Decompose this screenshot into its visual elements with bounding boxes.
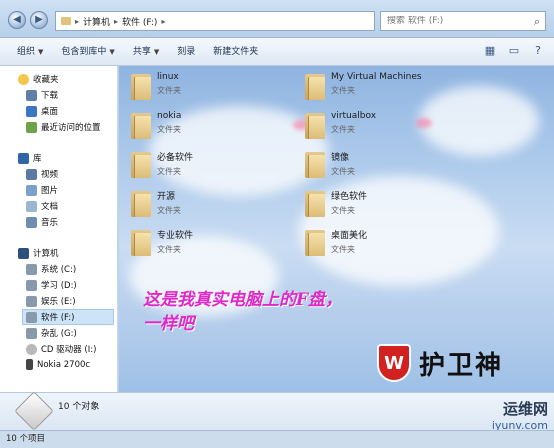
sidebar-item-recent[interactable]: 最近访问的位置 [26, 121, 101, 133]
breadcrumb-computer[interactable]: 计算机 [83, 15, 110, 28]
view-options-icon[interactable]: ▦ [482, 43, 498, 59]
status-bar: 10 个项目 [0, 430, 554, 448]
file-list-area: linux 文件夹 My Virtual Machines 文件夹 nokia 文件夹… [119, 66, 554, 392]
search-input[interactable] [387, 16, 527, 26]
include-library-button[interactable]: 包含到库中 ▼ [52, 42, 123, 62]
folder-icon [131, 111, 151, 139]
share-button[interactable]: 共享 ▼ [124, 42, 168, 62]
search-icon: ⌕ [533, 15, 540, 28]
star-icon [18, 73, 29, 85]
drive-icon [26, 311, 37, 323]
folder-item[interactable]: 开源 文件夹 [131, 189, 181, 217]
folder-icon [305, 150, 325, 178]
folder-icon [305, 228, 325, 256]
command-bar: 组织 ▼ 包含到库中 ▼ 共享 ▼ 刻录 新建文件夹 ▦ ▭ ? [0, 38, 554, 66]
sidebar-item-desktop[interactable]: 桌面 [26, 105, 58, 117]
phone-icon [26, 359, 33, 370]
organize-button[interactable]: 组织 ▼ [8, 42, 52, 62]
details-pane: 10 个对象 [0, 391, 554, 431]
chevron-right-icon: ▸ [161, 16, 166, 26]
drive-icon [26, 295, 37, 307]
sidebar-item-favorites[interactable]: 收藏夹 [18, 73, 59, 85]
video-icon [26, 168, 37, 180]
address-row: ◀ ▶ ▸ 计算机 ▸ 软件 (F:) ▸ ⌕ [0, 0, 554, 38]
search-field[interactable]: ⌕ [380, 11, 546, 31]
folder-item[interactable]: 必备软件 文件夹 [131, 150, 193, 178]
folder-icon [131, 228, 151, 256]
folder-icon [305, 111, 325, 139]
logo-text: 护卫神 [419, 350, 504, 381]
document-icon [26, 200, 37, 212]
folder-item[interactable]: 绿色软件 文件夹 [305, 189, 367, 217]
chevron-right-icon: ▸ [114, 16, 119, 26]
breadcrumb-drive[interactable]: 软件 (F:) [122, 15, 157, 28]
forward-button[interactable]: ▶ [30, 11, 48, 29]
folder-icon [131, 150, 151, 178]
folder-item[interactable]: nokia 文件夹 [131, 111, 181, 139]
shield-logo-icon: W [377, 344, 411, 382]
chevron-right-icon: ▸ [75, 16, 80, 26]
cloud-decoration [419, 86, 539, 156]
dropdown-arrow-icon: ▼ [109, 47, 115, 56]
music-icon [26, 216, 37, 228]
picture-icon [26, 184, 37, 196]
folder-icon [305, 72, 325, 100]
dropdown-arrow-icon: ▼ [153, 47, 160, 56]
sidebar-item-phone[interactable]: Nokia 2700c [26, 359, 90, 370]
drive-large-icon [14, 391, 54, 431]
help-icon[interactable]: ? [530, 43, 546, 59]
dropdown-arrow-icon: ▼ [38, 47, 44, 56]
navigation-pane: 收藏夹 下载 桌面 最近访问的位置 库 视频 图片 文档 音乐 计算机 系统 (… [0, 66, 118, 392]
folder-item[interactable]: 专业软件 文件夹 [131, 228, 193, 256]
folder-item[interactable]: 桌面美化 文件夹 [305, 228, 367, 256]
sidebar-item-drive[interactable]: 杂乱 (G:) [26, 327, 77, 339]
burn-button[interactable]: 刻录 [168, 42, 204, 62]
drive-icon [26, 327, 37, 339]
drive-icon [26, 263, 37, 275]
folder-item[interactable]: My Virtual Machines 文件夹 [305, 72, 422, 100]
recent-places-icon [26, 121, 37, 133]
computer-icon [18, 247, 29, 259]
desktop-icon [26, 105, 37, 117]
download-folder-icon [26, 89, 37, 101]
sidebar-item-computer[interactable]: 计算机 [18, 247, 59, 259]
address-bar[interactable]: ▸ 计算机 ▸ 软件 (F:) ▸ [55, 11, 375, 31]
watermark-title: 运维网 [502, 400, 548, 418]
watermark: 运维网 iyunv.com [492, 398, 548, 432]
sidebar-item-cd-drive[interactable]: CD 驱动器 (I:) [26, 343, 96, 355]
new-folder-button[interactable]: 新建文件夹 [204, 42, 267, 62]
folder-icon [131, 72, 151, 100]
brand-logo: W 护卫神 [377, 344, 503, 382]
back-button[interactable]: ◀ [8, 11, 26, 29]
blush-decoration [416, 118, 432, 128]
folder-icon [131, 189, 151, 217]
folder-item[interactable]: virtualbox 文件夹 [305, 111, 376, 139]
sidebar-item-videos[interactable]: 视频 [26, 168, 58, 180]
handwritten-caption-line1: 这是我真实电脑上的F盘， [143, 290, 343, 310]
sidebar-item-drive[interactable]: 娱乐 (E:) [26, 295, 76, 307]
sidebar-item-library[interactable]: 库 [18, 152, 42, 164]
sidebar-item-drive[interactable]: 系统 (C:) [26, 263, 76, 275]
folder-icon [61, 17, 71, 25]
folder-item[interactable]: 镜像 文件夹 [305, 150, 355, 178]
folder-icon [305, 189, 325, 217]
handwritten-caption-line2: 一样吧 [143, 314, 194, 334]
status-text: 10 个项目 [6, 434, 46, 444]
cd-drive-icon [26, 343, 37, 355]
folder-item[interactable]: linux 文件夹 [131, 72, 181, 100]
drive-icon [26, 279, 37, 291]
object-count: 10 个对象 [58, 402, 100, 412]
sidebar-item-drive-selected[interactable]: 软件 (F:) [22, 309, 114, 325]
preview-pane-icon[interactable]: ▭ [506, 43, 522, 59]
sidebar-item-music[interactable]: 音乐 [26, 216, 58, 228]
sidebar-item-drive[interactable]: 学习 (D:) [26, 279, 77, 291]
sidebar-item-documents[interactable]: 文档 [26, 200, 58, 212]
sidebar-item-downloads[interactable]: 下载 [26, 89, 58, 101]
library-icon [18, 152, 29, 164]
sidebar-item-pictures[interactable]: 图片 [26, 184, 58, 196]
